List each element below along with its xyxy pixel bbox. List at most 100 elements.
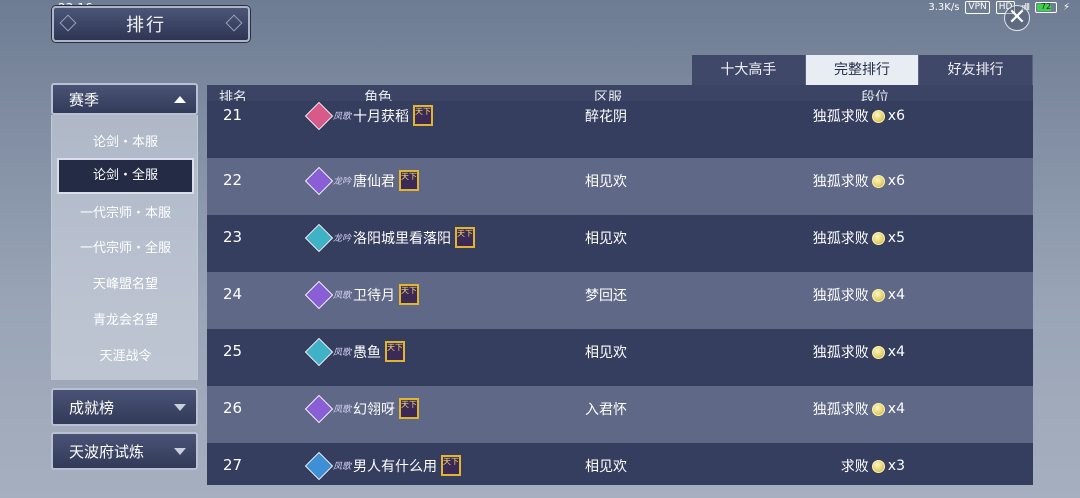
- rank-cell: 23: [223, 228, 243, 246]
- chevron-up-icon: [174, 95, 186, 103]
- sect-fill: [306, 395, 332, 422]
- season-item-lunjian-all[interactable]: 论剑・全服: [57, 158, 194, 194]
- season-dropdown[interactable]: 赛季: [51, 83, 198, 115]
- tier-cell: 求败 x3: [841, 456, 905, 476]
- title-tag: 龙吟: [333, 177, 352, 187]
- season-item-tianfeng[interactable]: 天峰盟名望: [57, 267, 194, 303]
- tier-name: 独孤求败: [812, 174, 869, 190]
- sect-fill: [306, 281, 332, 308]
- battery-percent: 72: [1040, 2, 1052, 11]
- sect-icon: [304, 166, 334, 195]
- season-item-master-local[interactable]: 一代宗师・本服: [57, 196, 194, 232]
- table-row[interactable]: 25 凤歌 愚鱼 天下 相见欢 独孤求败 x4: [207, 329, 1033, 386]
- tier-cell: 独孤求败 x4: [813, 285, 905, 305]
- sect-icon: [304, 337, 334, 366]
- table-row[interactable]: 22 龙吟 唐仙君 天下 相见欢 独孤求败 x6: [207, 158, 1033, 215]
- rank-badge-icon: 天下: [441, 455, 462, 476]
- tier-name: 独孤求败: [812, 109, 869, 125]
- role-cell: 凤歌 男人有什么用 天下: [304, 451, 462, 480]
- coin-icon: [871, 231, 885, 245]
- ranking-table[interactable]: 排名 角色 区服 段位 21 凤歌 十月获稻 天下 醉花阴 独孤求败 x6 22 龙吟 唐仙君 天下…: [207, 85, 1033, 485]
- tier-multiplier: x3: [887, 458, 905, 474]
- title-tag: 凤歌: [333, 348, 352, 358]
- page-title: 排行: [126, 15, 166, 36]
- season-item-lunjian-local[interactable]: 论剑・本服: [57, 125, 194, 161]
- tab-top-ten[interactable]: 十大高手: [692, 55, 806, 85]
- rank-cell: 27: [223, 456, 243, 474]
- tab-friend-ranking[interactable]: 好友排行: [919, 55, 1034, 85]
- chevron-down-icon: [174, 447, 186, 455]
- sidebar-item-achievements[interactable]: 成就榜: [51, 388, 198, 426]
- rank-cell: 26: [223, 399, 243, 417]
- sect-icon: [304, 451, 334, 480]
- title-tag: 凤歌: [333, 462, 352, 472]
- tier-cell: 独孤求败 x4: [813, 342, 905, 362]
- table-row[interactable]: 24 凤歌 卫待月 天下 梦回还 独孤求败 x4: [207, 272, 1033, 329]
- title-tag: 凤歌: [333, 112, 352, 122]
- tier-multiplier: x6: [887, 108, 905, 124]
- page-title-plaque: 排行: [52, 6, 250, 42]
- sect-fill: [306, 338, 332, 365]
- table-row[interactable]: 23 龙吟 洛阳城里看落阳 天下 相见欢 独孤求败 x5: [207, 215, 1033, 272]
- role-name: 男人有什么用: [353, 458, 438, 475]
- ornament-icon: [225, 14, 243, 32]
- season-label: 赛季: [69, 90, 100, 109]
- role-cell: 凤歌 幻翎呀 天下: [304, 394, 420, 423]
- tier-name: 独孤求败: [812, 345, 869, 361]
- tier-cell: 独孤求败 x6: [813, 171, 905, 191]
- role-name: 洛阳城里看落阳: [353, 230, 452, 247]
- ranking-tabs: 十大高手 完整排行 好友排行: [692, 55, 1034, 85]
- sect-fill: [306, 452, 332, 479]
- table-row[interactable]: 26 凤歌 幻翎呀 天下 入君怀 独孤求败 x4: [207, 386, 1033, 443]
- tier-multiplier: x5: [887, 230, 905, 246]
- battery-icon: 72: [1034, 2, 1057, 13]
- role-name: 唐仙君: [353, 173, 396, 190]
- title-tag: 凤歌: [333, 291, 352, 301]
- close-button[interactable]: ✕: [1004, 5, 1030, 31]
- sidebar-item-tianbofu[interactable]: 天波府试炼: [51, 432, 198, 470]
- close-icon: ✕: [1007, 5, 1027, 30]
- table-row[interactable]: 27 凤歌 男人有什么用 天下 相见欢 求败 x3: [207, 443, 1033, 485]
- rank-badge-icon: 天下: [399, 170, 420, 191]
- server-cell: 相见欢: [585, 174, 627, 190]
- tier-name: 独孤求败: [812, 231, 869, 247]
- sidebar-item-label: 天波府试炼: [69, 442, 145, 461]
- rank-badge-icon: 天下: [399, 284, 420, 305]
- coin-icon: [871, 402, 885, 416]
- role-name: 幻翎呀: [353, 401, 396, 418]
- ornament-icon: [59, 14, 77, 32]
- sect-icon: [304, 280, 334, 309]
- tier-name: 求败: [840, 459, 869, 475]
- sect-icon: [304, 101, 334, 130]
- sect-fill: [306, 224, 332, 251]
- tier-cell: 独孤求败 x6: [813, 106, 905, 126]
- season-item-tianya[interactable]: 天涯战令: [57, 339, 194, 375]
- season-item-qinglong[interactable]: 青龙会名望: [57, 303, 194, 339]
- tier-name: 独孤求败: [812, 288, 869, 304]
- role-cell: 龙吟 洛阳城里看落阳 天下: [304, 223, 476, 252]
- server-cell: 相见欢: [585, 345, 627, 361]
- tier-cell: 独孤求败 x5: [813, 228, 905, 248]
- tier-name: 独孤求败: [812, 402, 869, 418]
- role-cell: 凤歌 卫待月 天下: [304, 280, 420, 309]
- sect-icon: [304, 394, 334, 423]
- rank-badge-icon: 天下: [385, 341, 406, 362]
- coin-icon: [871, 288, 885, 302]
- server-cell: 醉花阴: [585, 109, 627, 125]
- table-row[interactable]: 21 凤歌 十月获稻 天下 醉花阴 独孤求败 x6: [207, 101, 1033, 158]
- tier-multiplier: x4: [887, 344, 905, 360]
- server-cell: 相见欢: [585, 459, 627, 475]
- season-item-master-all[interactable]: 一代宗师・全服: [57, 231, 194, 267]
- tab-full-ranking[interactable]: 完整排行: [805, 55, 920, 85]
- server-cell: 入君怀: [585, 402, 627, 418]
- rank-cell: 25: [223, 342, 243, 360]
- role-name: 十月获稻: [353, 108, 410, 125]
- rank-badge-icon: 天下: [413, 105, 434, 126]
- role-cell: 龙吟 唐仙君 天下: [304, 166, 420, 195]
- tier-cell: 独孤求败 x4: [813, 399, 905, 419]
- tier-multiplier: x4: [887, 287, 905, 303]
- role-name: 愚鱼: [353, 344, 382, 361]
- rank-cell: 24: [223, 285, 243, 303]
- tier-multiplier: x4: [887, 401, 905, 417]
- rank-badge-icon: 天下: [455, 227, 476, 248]
